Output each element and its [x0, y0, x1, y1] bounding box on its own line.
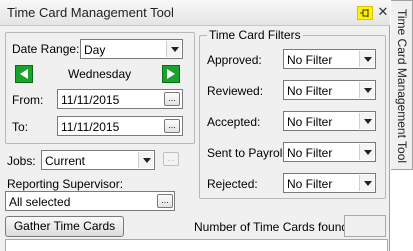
from-date-picker-button[interactable]: ... — [164, 92, 180, 106]
pin-button[interactable] — [357, 6, 373, 20]
filter-label-approved: Approved: — [207, 53, 262, 67]
to-date-value: 11/11/2015 — [61, 120, 120, 134]
next-day-button[interactable] — [162, 65, 180, 83]
filter-value-sent-to-payroll: No Filter — [287, 146, 333, 160]
filter-label-sent-to-payroll: Sent to Payroll: — [207, 146, 289, 160]
arrow-right-icon — [167, 69, 175, 79]
close-button[interactable]: ✕ — [376, 4, 390, 20]
arrow-left-icon — [20, 69, 28, 79]
filter-value-rejected: No Filter — [287, 177, 333, 191]
jobs-label: Jobs: — [7, 154, 36, 168]
pin-icon — [360, 9, 369, 17]
previous-day-button[interactable] — [15, 65, 33, 83]
filter-value-approved: No Filter — [287, 53, 333, 67]
filter-select-reviewed[interactable]: No Filter — [283, 80, 376, 100]
jobs-value: Current — [45, 154, 86, 168]
title-bar: Time Card Management Tool ✕ — [0, 0, 390, 26]
from-label: From: — [12, 93, 44, 107]
side-tab-time-card-management[interactable]: Time Card Management Tool — [391, 0, 413, 170]
chevron-down-icon[interactable] — [359, 113, 374, 129]
filter-select-rejected[interactable]: No Filter — [283, 173, 376, 193]
filter-select-approved[interactable]: No Filter — [283, 49, 376, 69]
chevron-down-icon[interactable] — [359, 82, 374, 98]
filter-select-sent-to-payroll[interactable]: No Filter — [283, 142, 376, 162]
day-name: Wednesday — [68, 67, 132, 81]
time-card-count-label: Number of Time Cards found: — [194, 220, 352, 234]
from-date-value: 11/11/2015 — [61, 93, 120, 107]
jobs-picker-button[interactable]: ... — [163, 152, 179, 166]
to-label: To: — [12, 120, 29, 134]
to-date-picker-button[interactable]: ... — [164, 119, 180, 133]
filter-label-accepted: Accepted: — [207, 115, 261, 129]
supervisor-field[interactable]: All selected — [5, 191, 175, 211]
filter-label-rejected: Rejected: — [207, 177, 258, 191]
time-card-count-value — [344, 215, 386, 237]
chevron-down-icon[interactable] — [166, 41, 181, 57]
filter-value-reviewed: No Filter — [287, 84, 333, 98]
filters-group-label: Time Card Filters — [207, 28, 303, 42]
supervisor-value: All selected — [9, 195, 71, 209]
time-card-results-area[interactable] — [5, 239, 388, 251]
filter-value-accepted: No Filter — [287, 115, 333, 129]
gather-time-cards-button[interactable]: Gather Time Cards — [5, 216, 124, 237]
close-icon: ✕ — [377, 4, 389, 19]
supervisor-picker-button[interactable]: ... — [157, 194, 173, 208]
date-range-select[interactable]: Day — [80, 39, 183, 59]
chevron-down-icon[interactable] — [359, 51, 374, 67]
date-range-value: Day — [84, 43, 106, 57]
time-card-panel: Time Card Management Tool ✕ Date Range: … — [0, 0, 390, 251]
filter-select-accepted[interactable]: No Filter — [283, 111, 376, 131]
supervisor-label: Reporting Supervisor: — [7, 177, 124, 191]
window-title: Time Card Management Tool — [7, 5, 174, 20]
date-range-label: Date Range: — [12, 42, 80, 56]
filter-label-reviewed: Reviewed: — [207, 84, 264, 98]
jobs-select[interactable]: Current — [41, 150, 155, 170]
chevron-down-icon[interactable] — [138, 152, 153, 168]
chevron-down-icon[interactable] — [359, 144, 374, 160]
side-tab-label: Time Card Management Tool — [395, 9, 409, 164]
chevron-down-icon[interactable] — [359, 175, 374, 191]
